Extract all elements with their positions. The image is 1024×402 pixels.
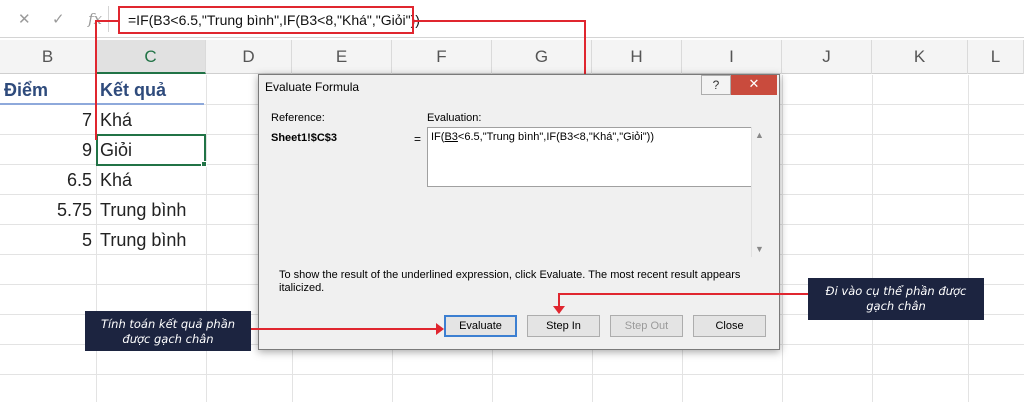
- cell-b1[interactable]: Điểm: [4, 75, 94, 105]
- evaluation-text: IF(B3<6.5,"Trung bình",IF(B3<8,"Khá","Gi…: [431, 131, 654, 143]
- connector-line: [412, 20, 586, 22]
- formula-bar: ✕ ✓ fx =IF(B3<6.5,"Trung bình",IF(B3<8,"…: [0, 0, 1024, 38]
- formula-highlight-box: [118, 6, 414, 34]
- dialog-title: Evaluate Formula: [265, 80, 360, 94]
- column-header-i[interactable]: I: [682, 40, 782, 74]
- cell-b5[interactable]: 5.75: [0, 195, 96, 225]
- grid-line: [872, 75, 873, 402]
- grid-line: [782, 75, 783, 402]
- connector-line: [95, 20, 97, 140]
- scroll-down-icon[interactable]: ▼: [755, 244, 764, 254]
- step-in-button[interactable]: Step In: [527, 315, 600, 337]
- evaluate-arrow-head: [436, 323, 444, 335]
- evaluate-callout: Tính toán kết quả phần được gạch chân: [85, 311, 251, 351]
- fill-handle[interactable]: [201, 161, 207, 167]
- column-header-f[interactable]: F: [392, 40, 492, 74]
- close-icon[interactable]: ✕: [731, 75, 777, 95]
- cell-b2[interactable]: 7: [0, 105, 96, 135]
- column-header-h[interactable]: H: [592, 40, 682, 74]
- step-in-arrow: [560, 293, 808, 295]
- column-header-row: B C D E F G H I J K L: [0, 40, 1024, 74]
- evaluate-formula-dialog: Evaluate Formula ? ✕ Reference: Sheet1!$…: [258, 74, 780, 350]
- step-in-arrow-head: [553, 306, 565, 314]
- column-header-c[interactable]: C: [96, 40, 206, 74]
- reference-label: Reference:: [271, 112, 325, 124]
- dialog-info-text: To show the result of the underlined exp…: [279, 269, 741, 294]
- grid-line: [206, 75, 207, 402]
- step-out-button[interactable]: Step Out: [610, 315, 683, 337]
- selected-cell-border: [96, 134, 206, 166]
- scroll-up-icon[interactable]: ▲: [755, 130, 764, 140]
- cell-c2[interactable]: Khá: [100, 105, 204, 135]
- close-button[interactable]: Close: [693, 315, 766, 337]
- grid-line: [968, 75, 969, 402]
- cancel-icon[interactable]: ✕: [18, 10, 31, 28]
- cell-c4[interactable]: Khá: [100, 165, 204, 195]
- cell-c6[interactable]: Trung bình: [100, 225, 204, 255]
- evaluation-prefix: IF(: [431, 131, 445, 143]
- reference-value: Sheet1!$C$3: [271, 132, 338, 144]
- column-header-k[interactable]: K: [872, 40, 968, 74]
- check-icon[interactable]: ✓: [52, 10, 65, 28]
- evaluation-underlined: B3: [444, 131, 458, 143]
- evaluate-arrow: [251, 328, 441, 330]
- grid-line: [0, 374, 1024, 375]
- evaluation-box[interactable]: IF(B3<6.5,"Trung bình",IF(B3<8,"Khá","Gi…: [427, 127, 761, 187]
- cell-b3[interactable]: 9: [0, 135, 96, 165]
- cell-c1[interactable]: Kết quả: [100, 75, 204, 105]
- column-header-l[interactable]: L: [968, 40, 1024, 74]
- equals-sign: =: [414, 132, 422, 146]
- cell-b6[interactable]: 5: [0, 225, 96, 255]
- evaluation-scrollbar[interactable]: ▲ ▼: [751, 127, 767, 257]
- evaluation-label: Evaluation:: [427, 112, 482, 124]
- step-in-callout: Đi vào cụ thể phần được gạch chân: [808, 278, 984, 320]
- column-header-b[interactable]: B: [0, 40, 96, 74]
- cell-b4[interactable]: 6.5: [0, 165, 96, 195]
- evaluation-rest: <6.5,"Trung bình",IF(B3<8,"Khá","Giỏi")): [457, 131, 654, 143]
- help-button[interactable]: ?: [701, 75, 731, 95]
- column-header-e[interactable]: E: [292, 40, 392, 74]
- column-header-g[interactable]: G: [492, 40, 592, 74]
- column-header-j[interactable]: J: [782, 40, 872, 74]
- evaluate-button[interactable]: Evaluate: [444, 315, 517, 337]
- connector-line: [95, 20, 119, 22]
- column-header-d[interactable]: D: [206, 40, 292, 74]
- formula-bar-separator: [108, 6, 109, 32]
- cell-c5[interactable]: Trung bình: [100, 195, 204, 225]
